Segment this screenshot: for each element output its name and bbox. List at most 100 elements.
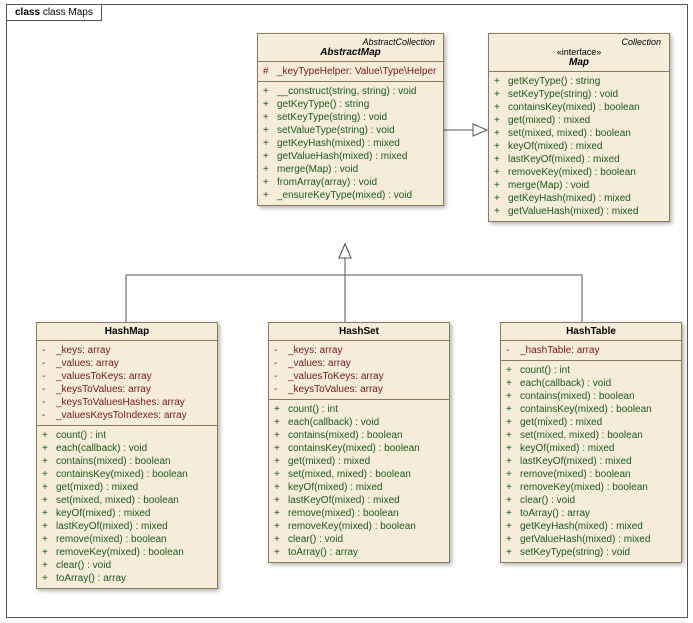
member-text: removeKey(mixed) : boolean bbox=[508, 166, 636, 179]
member-row: -_keys: array bbox=[274, 344, 444, 357]
visibility: + bbox=[42, 546, 50, 559]
member-row: +each(callback) : void bbox=[42, 442, 212, 455]
visibility: - bbox=[42, 370, 50, 383]
member-row: +clear() : void bbox=[274, 533, 444, 546]
member-row: +containsKey(mixed) : boolean bbox=[274, 442, 444, 455]
member-text: getKeyType() : string bbox=[508, 75, 600, 88]
visibility: + bbox=[263, 98, 271, 111]
visibility: - bbox=[274, 344, 282, 357]
member-row: +setKeyType(string) : void bbox=[263, 111, 438, 124]
member-row: +lastKeyOf(mixed) : mixed bbox=[494, 153, 664, 166]
member-text: removeKey(mixed) : boolean bbox=[520, 481, 648, 494]
member-text: _valuesToKeys: array bbox=[56, 370, 152, 383]
class-name: Map bbox=[493, 57, 665, 68]
member-row: -_keysToValuesHashes: array bbox=[42, 396, 212, 409]
visibility: + bbox=[506, 429, 514, 442]
member-row: +remove(mixed) : boolean bbox=[274, 507, 444, 520]
visibility: + bbox=[494, 205, 502, 218]
member-text: lastKeyOf(mixed) : mixed bbox=[520, 455, 632, 468]
member-row: +setKeyType(string) : void bbox=[494, 88, 664, 101]
member-text: lastKeyOf(mixed) : mixed bbox=[288, 494, 400, 507]
member-row: +getValueHash(mixed) : mixed bbox=[494, 205, 664, 218]
member-text: set(mixed, mixed) : boolean bbox=[288, 468, 411, 481]
visibility: + bbox=[494, 140, 502, 153]
visibility: + bbox=[494, 101, 502, 114]
visibility: + bbox=[274, 481, 282, 494]
member-text: _keyTypeHelper: Value\Type\Helper bbox=[277, 65, 436, 78]
member-row: + set(mixed, mixed) : boolean bbox=[506, 429, 676, 442]
member-row: +set(mixed, mixed) : boolean bbox=[494, 127, 664, 140]
visibility: + bbox=[506, 455, 514, 468]
member-text: setKeyType(string) : void bbox=[520, 546, 630, 559]
visibility: + bbox=[506, 364, 514, 377]
member-row: +each(callback) : void bbox=[274, 416, 444, 429]
visibility: + bbox=[506, 377, 514, 390]
member-row: +removeKey(mixed) : boolean bbox=[494, 166, 664, 179]
member-row: +remove(mixed) : boolean bbox=[506, 468, 676, 481]
member-row: -_values: array bbox=[42, 357, 212, 370]
member-row: -_valuesToKeys: array bbox=[274, 370, 444, 383]
member-text: keyOf(mixed) : mixed bbox=[520, 442, 614, 455]
member-row: + lastKeyOf(mixed) : mixed bbox=[274, 494, 444, 507]
member-row: +contains(mixed) : boolean bbox=[42, 455, 212, 468]
member-row: -_valuesKeysToIndexes: array bbox=[42, 409, 212, 422]
stereotype: Collection bbox=[493, 37, 665, 47]
member-row: +removeKey(mixed) : boolean bbox=[274, 520, 444, 533]
member-text: remove(mixed) : boolean bbox=[520, 468, 631, 481]
member-text: getKeyHash(mixed) : mixed bbox=[520, 520, 643, 533]
visibility: + bbox=[263, 150, 271, 163]
ops: +count() : int+each(callback) : void+con… bbox=[37, 426, 217, 588]
member-text: _keysToValuesHashes: array bbox=[56, 396, 185, 409]
member-row: +count() : int bbox=[42, 429, 212, 442]
member-row: +keyOf(mixed) : mixed bbox=[274, 481, 444, 494]
member-row: -_valuesToKeys: array bbox=[42, 370, 212, 383]
member-row: +setKeyType(string) : void bbox=[506, 546, 676, 559]
member-row: +_ensureKeyType(mixed) : void bbox=[263, 189, 438, 202]
member-text: set(mixed, mixed) : boolean bbox=[520, 429, 643, 442]
member-row: +keyOf(mixed) : mixed bbox=[494, 140, 664, 153]
member-text: contains(mixed) : boolean bbox=[288, 429, 403, 442]
member-text: setKeyType(string) : void bbox=[508, 88, 618, 101]
member-text: toArray() : array bbox=[288, 546, 358, 559]
member-text: getKeyHash(mixed) : mixed bbox=[277, 137, 400, 150]
member-row: + get(mixed) : mixed bbox=[494, 114, 664, 127]
member-text: getValueHash(mixed) : mixed bbox=[520, 533, 650, 546]
visibility: + bbox=[263, 163, 271, 176]
ops: +count() : int+each(callback) : void+con… bbox=[269, 400, 449, 562]
visibility: + bbox=[42, 559, 50, 572]
member-row: + merge(Map) : void bbox=[263, 163, 438, 176]
member-text: getKeyType() : string bbox=[277, 98, 369, 111]
class-name: AbstractMap bbox=[262, 47, 439, 58]
visibility: + bbox=[506, 520, 514, 533]
visibility: + bbox=[274, 494, 282, 507]
class-Map: Collection«interface»Map +getKeyType() :… bbox=[488, 33, 670, 222]
member-row: + set(mixed, mixed) : boolean bbox=[274, 468, 444, 481]
visibility: # bbox=[263, 65, 271, 78]
class-AbstractMap: AbstractCollectionAbstractMap #_keyTypeH… bbox=[257, 33, 444, 206]
visibility: + bbox=[263, 176, 271, 189]
member-text: containsKey(mixed) : boolean bbox=[56, 468, 188, 481]
member-text: get(mixed) : mixed bbox=[288, 455, 370, 468]
member-text: each(callback) : void bbox=[56, 442, 147, 455]
member-text: merge(Map) : void bbox=[277, 163, 358, 176]
member-text: get(mixed) : mixed bbox=[508, 114, 590, 127]
attrs: # _keyTypeHelper: Value\Type\Helper bbox=[258, 62, 443, 82]
visibility: + bbox=[263, 85, 271, 98]
visibility: + bbox=[274, 429, 282, 442]
member-row: + contains(mixed) : boolean bbox=[274, 429, 444, 442]
member-row: +remove(mixed) : boolean bbox=[42, 533, 212, 546]
member-row: +clear() : void bbox=[506, 494, 676, 507]
visibility: + bbox=[274, 520, 282, 533]
member-text: count() : int bbox=[56, 429, 106, 442]
member-row: +getKeyHash(mixed) : mixed bbox=[263, 137, 438, 150]
member-row: +keyOf(mixed) : mixed bbox=[506, 442, 676, 455]
visibility: + bbox=[274, 468, 282, 481]
visibility: + bbox=[494, 114, 502, 127]
visibility: + bbox=[274, 533, 282, 546]
member-text: merge(Map) : void bbox=[508, 179, 589, 192]
member-row: + getKeyHash(mixed) : mixed bbox=[506, 520, 676, 533]
member-row: -_keysToValues: array bbox=[42, 383, 212, 396]
member-row: +count() : int bbox=[274, 403, 444, 416]
member-text: setValueType(string) : void bbox=[277, 124, 395, 137]
visibility: - bbox=[42, 383, 50, 396]
